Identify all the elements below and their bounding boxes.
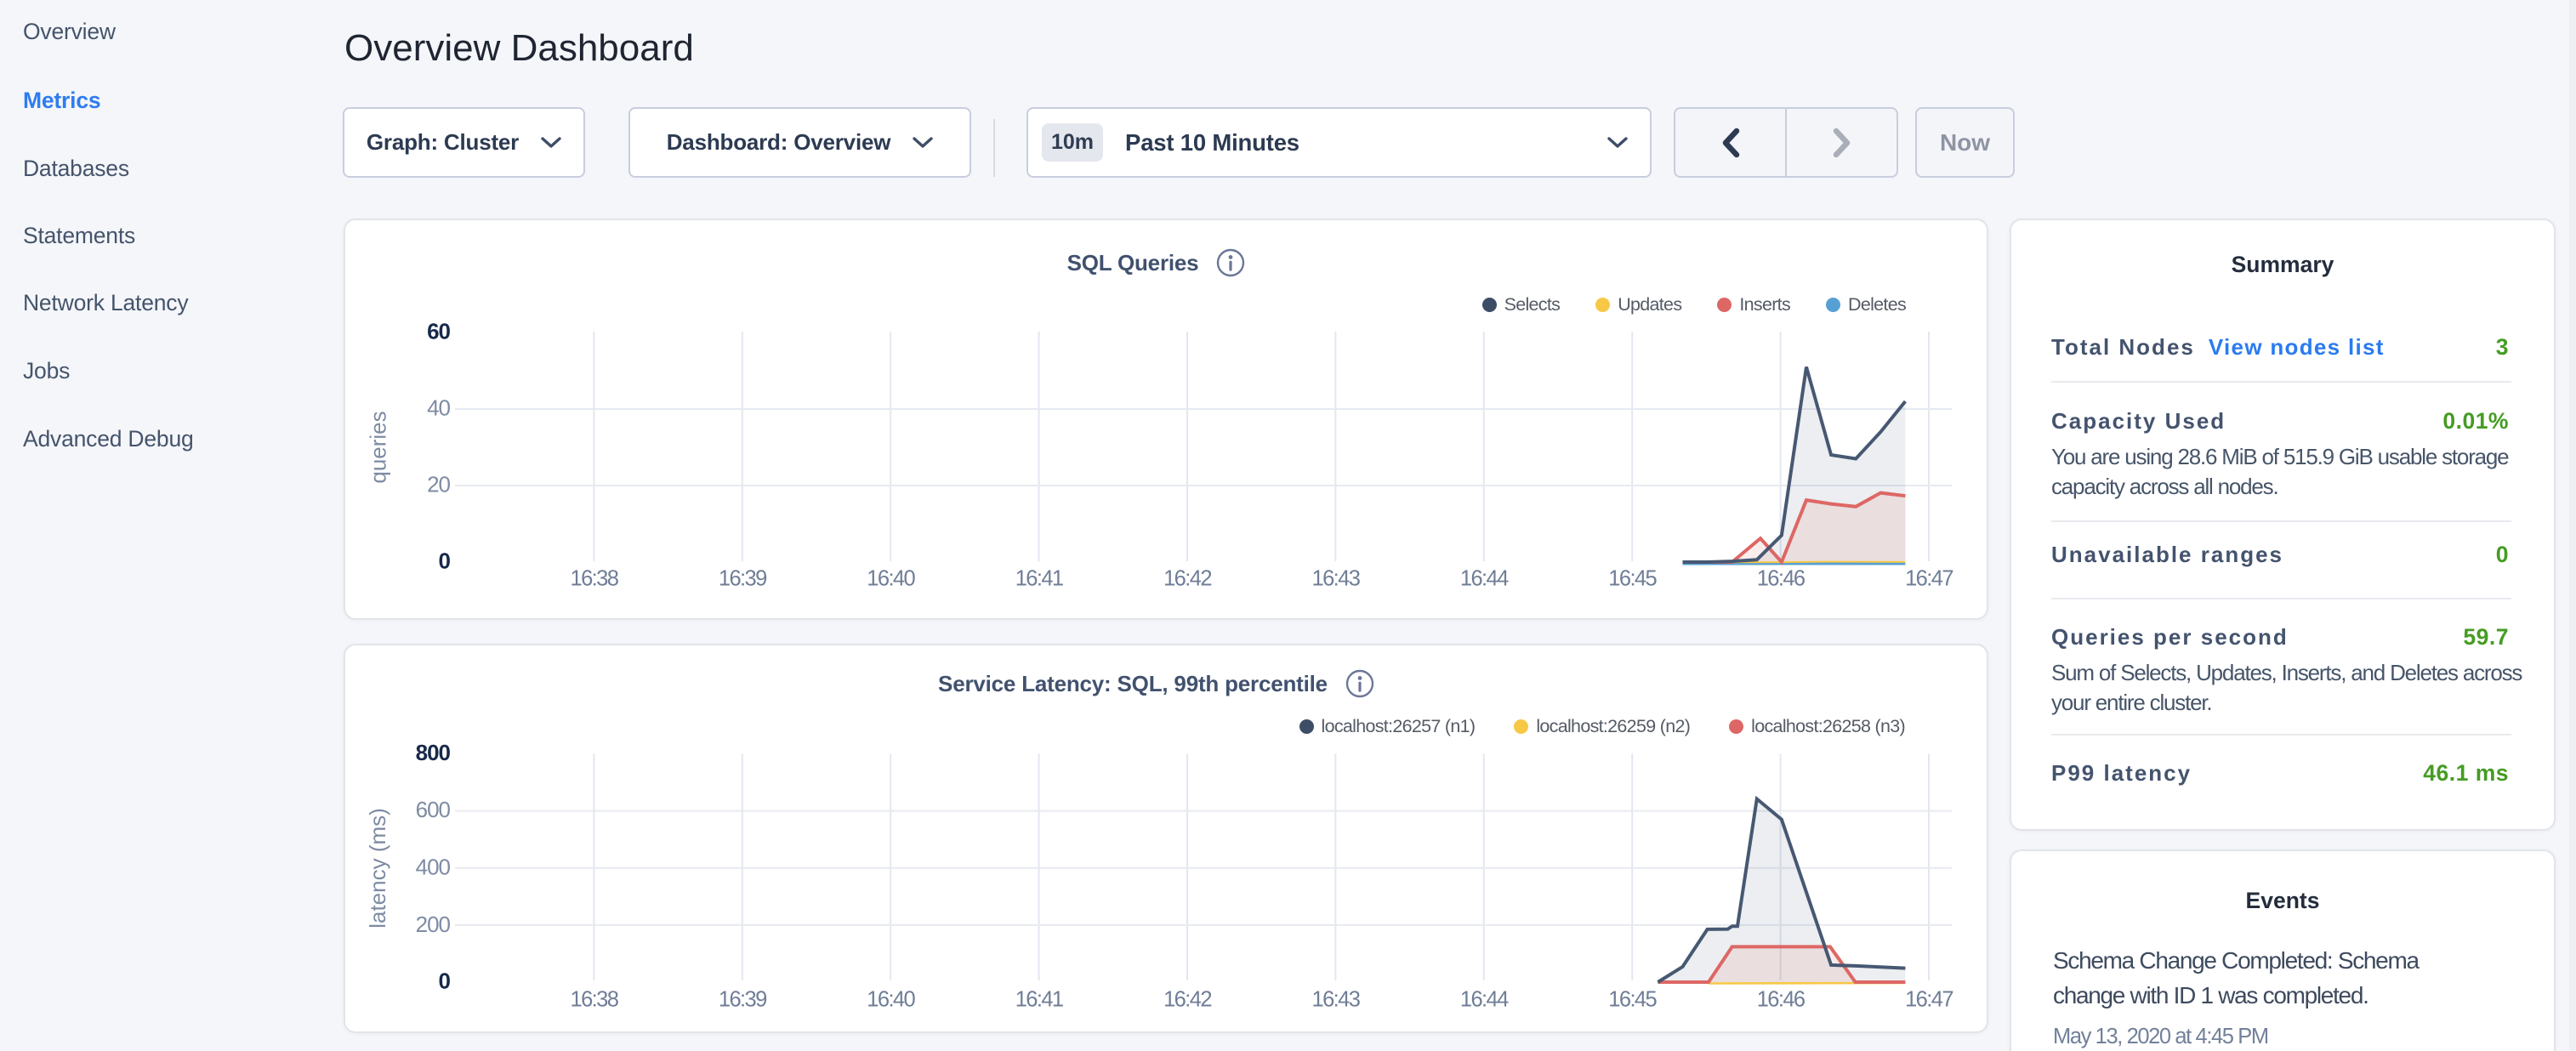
svg-text:16:41: 16:41 (1015, 567, 1063, 591)
svg-text:400: 400 (416, 854, 451, 879)
svg-text:40: 40 (427, 395, 450, 421)
svg-text:16:47: 16:47 (1905, 988, 1953, 1012)
svg-text:16:39: 16:39 (719, 988, 766, 1012)
svg-text:16:44: 16:44 (1460, 988, 1509, 1012)
svg-text:16:44: 16:44 (1460, 567, 1509, 591)
svg-text:16:42: 16:42 (1163, 567, 1211, 591)
svg-text:16:40: 16:40 (867, 567, 915, 591)
svg-text:16:46: 16:46 (1757, 567, 1805, 591)
svg-text:16:47: 16:47 (1905, 567, 1953, 591)
svg-text:16:45: 16:45 (1608, 567, 1657, 591)
svg-text:16:45: 16:45 (1608, 988, 1657, 1012)
svg-text:20: 20 (427, 472, 450, 497)
svg-text:latency (ms): latency (ms) (365, 808, 390, 929)
svg-text:16:46: 16:46 (1757, 988, 1805, 1012)
svg-text:0: 0 (439, 969, 451, 994)
svg-text:600: 600 (416, 797, 451, 822)
svg-text:16:42: 16:42 (1163, 988, 1211, 1012)
svg-text:queries: queries (366, 411, 391, 483)
svg-text:0: 0 (439, 548, 451, 574)
svg-text:16:38: 16:38 (570, 988, 618, 1012)
svg-text:60: 60 (427, 319, 450, 344)
svg-text:16:43: 16:43 (1311, 567, 1360, 591)
svg-text:16:39: 16:39 (719, 567, 766, 591)
svg-text:16:43: 16:43 (1311, 988, 1360, 1012)
svg-text:800: 800 (416, 740, 451, 765)
svg-text:16:40: 16:40 (867, 988, 915, 1012)
svg-text:16:38: 16:38 (570, 567, 618, 591)
svg-text:200: 200 (416, 912, 451, 937)
svg-text:16:41: 16:41 (1015, 988, 1063, 1012)
